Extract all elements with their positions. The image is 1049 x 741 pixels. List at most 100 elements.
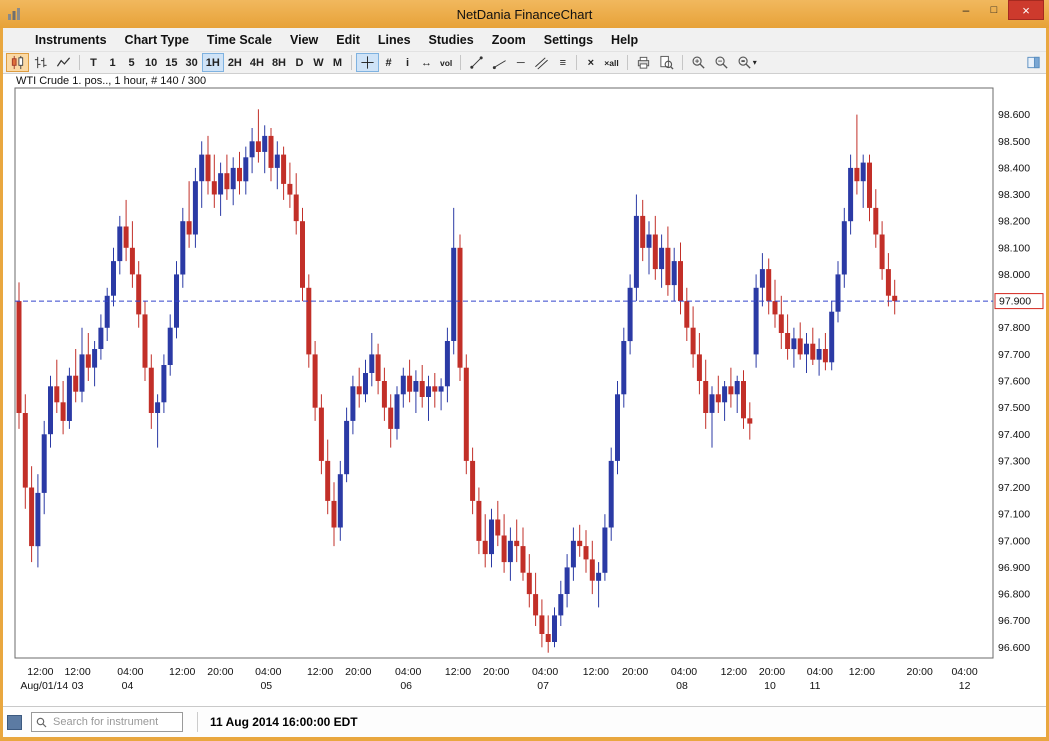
svg-text:98.500: 98.500 (998, 136, 1030, 148)
svg-text:12:00: 12:00 (27, 666, 53, 678)
chart-type-line-button[interactable] (52, 53, 75, 72)
price-chart[interactable]: WTI Crude 1. pos.., 1 hour, # 140 / 300 9… (0, 74, 1049, 706)
channel-button[interactable] (530, 53, 553, 72)
svg-text:07: 07 (537, 680, 549, 692)
svg-text:11: 11 (810, 680, 821, 692)
svg-text:12:00: 12:00 (307, 666, 333, 678)
timescale-1w-button[interactable]: W (309, 53, 328, 72)
svg-text:12: 12 (959, 680, 971, 692)
menu-help[interactable]: Help (602, 33, 647, 47)
menu-chart-type[interactable]: Chart Type (116, 33, 198, 47)
svg-text:04:00: 04:00 (117, 666, 143, 678)
window-controls: – □ × (952, 0, 1044, 20)
print-button[interactable] (632, 53, 655, 72)
chart-area: WTI Crude 1. pos.., 1 hour, # 140 / 300 9… (0, 74, 1049, 706)
svg-text:97.200: 97.200 (998, 482, 1030, 494)
svg-text:97.900: 97.900 (999, 296, 1031, 308)
close-button[interactable]: × (1008, 0, 1044, 20)
toolbar-separator (627, 55, 628, 70)
maximize-button[interactable]: □ (980, 0, 1008, 20)
toolbar-separator (682, 55, 683, 70)
svg-text:12:00: 12:00 (445, 666, 471, 678)
status-indicator-icon[interactable] (7, 715, 22, 730)
timescale-1d-button[interactable]: D (290, 53, 309, 72)
chart-instrument-label: WTI Crude 1. pos.., 1 hour, # 140 / 300 (16, 75, 206, 87)
svg-text:04:00: 04:00 (671, 666, 697, 678)
svg-text:96.700: 96.700 (998, 615, 1030, 627)
window-border-bottom (0, 737, 1049, 741)
svg-text:06: 06 (400, 680, 412, 692)
menu-view[interactable]: View (281, 33, 327, 47)
delete-all-lines-button[interactable]: ×all (600, 53, 622, 72)
grid-button[interactable]: # (379, 53, 398, 72)
menu-lines[interactable]: Lines (369, 33, 420, 47)
timescale-1h-button[interactable]: 1H (202, 53, 224, 72)
svg-text:05: 05 (260, 680, 272, 692)
svg-text:98.200: 98.200 (998, 216, 1030, 228)
timescale-15m-button[interactable]: 15 (161, 53, 181, 72)
timescale-1m-button[interactable]: 1 (103, 53, 122, 72)
toolbar: T151015301H2H4H8HDWM#i↔vol─≡××all▾ (0, 52, 1049, 74)
timescale-tick-button[interactable]: T (84, 53, 103, 72)
volume-button[interactable]: vol (436, 53, 456, 72)
timescale-2h-button[interactable]: 2H (224, 53, 246, 72)
fib-levels-button[interactable]: ≡ (553, 53, 572, 72)
toolbar-separator (576, 55, 577, 70)
trendline-button[interactable] (465, 53, 488, 72)
svg-text:04:00: 04:00 (395, 666, 421, 678)
y-axis: 98.60098.50098.40098.30098.20098.10098.0… (998, 109, 1030, 654)
info-button[interactable]: i (398, 53, 417, 72)
window-border-left (0, 28, 3, 741)
delete-line-button[interactable]: × (581, 53, 600, 72)
print-preview-button[interactable] (655, 53, 678, 72)
app-icon[interactable] (7, 7, 21, 21)
zoom-in-button[interactable] (687, 53, 710, 72)
svg-text:03: 03 (72, 680, 84, 692)
menu-settings[interactable]: Settings (535, 33, 602, 47)
svg-text:96.600: 96.600 (998, 642, 1030, 654)
timescale-30m-button[interactable]: 30 (182, 53, 202, 72)
svg-text:98.300: 98.300 (998, 189, 1030, 201)
svg-text:08: 08 (676, 680, 688, 692)
svg-text:97.100: 97.100 (998, 509, 1030, 521)
svg-text:96.800: 96.800 (998, 589, 1030, 601)
svg-text:20:00: 20:00 (622, 666, 648, 678)
menu-time-scale[interactable]: Time Scale (198, 33, 281, 47)
svg-text:12:00: 12:00 (64, 666, 90, 678)
crosshair-button[interactable] (356, 53, 379, 72)
zoom-select-button[interactable]: ▾ (733, 53, 761, 72)
zoom-out-button[interactable] (710, 53, 733, 72)
toolbar-right (1022, 53, 1045, 75)
timescale-4h-button[interactable]: 4H (246, 53, 268, 72)
svg-text:20:00: 20:00 (483, 666, 509, 678)
svg-text:98.600: 98.600 (998, 109, 1030, 121)
menu-edit[interactable]: Edit (327, 33, 369, 47)
minimize-button[interactable]: – (952, 0, 980, 20)
svg-text:98.400: 98.400 (998, 162, 1030, 174)
timescale-8h-button[interactable]: 8H (268, 53, 290, 72)
toolbar-separator (460, 55, 461, 70)
panel-toggle-button[interactable] (1022, 53, 1045, 72)
timescale-5m-button[interactable]: 5 (122, 53, 141, 72)
menu-studies[interactable]: Studies (420, 33, 483, 47)
menu-zoom[interactable]: Zoom (483, 33, 535, 47)
search-icon (36, 717, 47, 728)
horizontal-line-button[interactable]: ─ (511, 53, 530, 72)
current-price-tag: 97.900 (995, 294, 1043, 309)
toolbar-items: T151015301H2H4H8HDWM#i↔vol─≡××all▾ (6, 53, 761, 72)
svg-text:04:00: 04:00 (255, 666, 281, 678)
svg-text:98.100: 98.100 (998, 242, 1030, 254)
h-scroll-button[interactable]: ↔ (417, 53, 436, 72)
svg-text:97.800: 97.800 (998, 322, 1030, 334)
ray-line-button[interactable] (488, 53, 511, 72)
timescale-10m-button[interactable]: 10 (141, 53, 161, 72)
timescale-1mo-button[interactable]: M (328, 53, 347, 72)
instrument-search-input[interactable] (51, 715, 178, 729)
chart-type-candlestick-button[interactable] (6, 53, 29, 72)
toolbar-separator (79, 55, 80, 70)
svg-text:04: 04 (122, 680, 134, 692)
menu-instruments[interactable]: Instruments (26, 33, 116, 47)
x-axis: 12:00 12:00 04:00 12:00 20:00 04:00 12:00 20:00… (20, 666, 978, 692)
chart-type-bar-button[interactable] (29, 53, 52, 72)
svg-text:97.500: 97.500 (998, 402, 1030, 414)
